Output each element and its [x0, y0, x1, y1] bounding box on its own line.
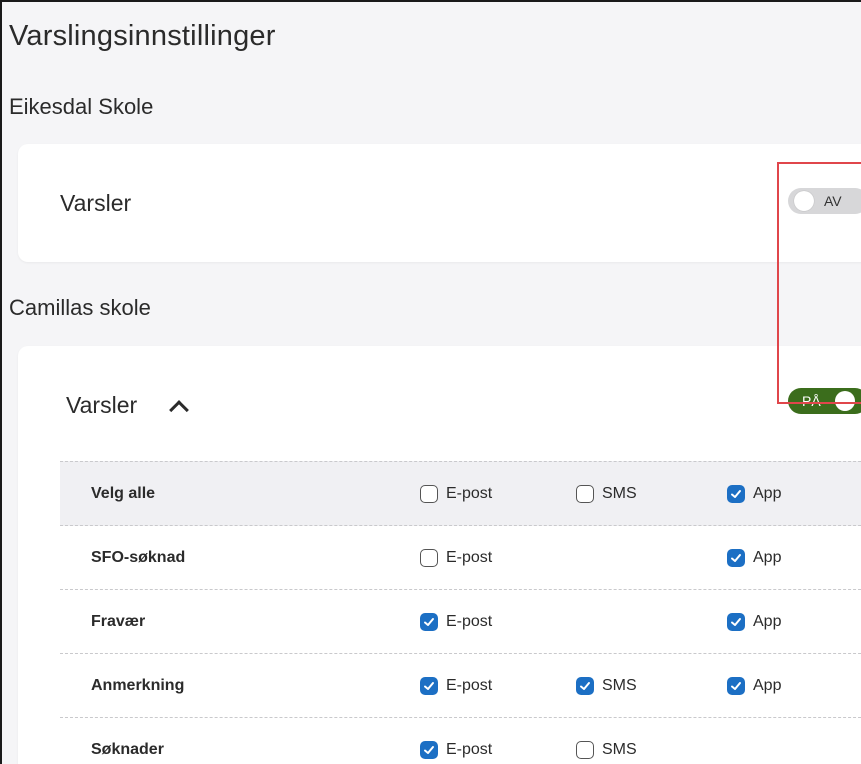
row-label: Søknader	[91, 741, 164, 758]
option-label: E-post	[446, 549, 493, 566]
checkbox-checked-icon	[420, 741, 438, 759]
school-title-camillas: Camillas skole	[9, 295, 151, 320]
option-label: E-post	[446, 741, 493, 758]
checkbox-checked-icon	[727, 613, 745, 631]
option-label: SMS	[602, 485, 637, 502]
app-checkbox[interactable]: App	[727, 613, 781, 631]
app-checkbox[interactable]: App	[727, 677, 781, 695]
epost-checkbox[interactable]: E-post	[420, 613, 492, 631]
school-title-eikesdal: Eikesdal Skole	[9, 94, 154, 119]
app-checkbox[interactable]: App	[727, 549, 781, 567]
row-label: Fravær	[91, 613, 146, 630]
epost-checkbox[interactable]: E-post	[420, 485, 492, 503]
checkbox-checked-icon	[727, 677, 745, 695]
table-row-soknader: Søknader E-post SMS	[60, 717, 861, 764]
sms-checkbox[interactable]: SMS	[576, 741, 637, 759]
chevron-up-icon[interactable]	[169, 400, 189, 420]
sms-checkbox[interactable]: SMS	[576, 677, 637, 695]
notifications-card-eikesdal: Varsler	[18, 144, 861, 262]
table-row-anmerkning: Anmerkning E-post SMS App	[60, 653, 861, 718]
checkbox-checked-icon	[727, 549, 745, 567]
highlight-box	[777, 162, 861, 404]
option-label: SMS	[602, 741, 637, 758]
checkbox-checked-icon	[420, 677, 438, 695]
notifications-label: Varsler	[66, 392, 138, 418]
checkbox-checked-icon	[420, 613, 438, 631]
checkbox-unchecked-icon	[420, 485, 438, 503]
epost-checkbox[interactable]: E-post	[420, 549, 492, 567]
option-label: App	[753, 677, 782, 694]
notifications-label: Varsler	[60, 190, 132, 216]
option-label: SMS	[602, 677, 637, 694]
option-label: E-post	[446, 485, 493, 502]
table-row-select-all: Velg alle E-post SMS App	[60, 461, 861, 526]
row-label: Velg alle	[91, 485, 156, 502]
epost-checkbox[interactable]: E-post	[420, 741, 492, 759]
checkbox-unchecked-icon	[576, 741, 594, 759]
option-label: App	[753, 485, 782, 502]
row-label: SFO-søknad	[91, 549, 186, 566]
app-checkbox[interactable]: App	[727, 485, 781, 503]
sms-checkbox[interactable]: SMS	[576, 485, 637, 503]
table-row-fravaer: Fravær E-post App	[60, 589, 861, 654]
checkbox-checked-icon	[727, 485, 745, 503]
row-label: Anmerkning	[91, 677, 185, 694]
option-label: E-post	[446, 613, 493, 630]
option-label: App	[753, 613, 782, 630]
epost-checkbox[interactable]: E-post	[420, 677, 492, 695]
notification-settings-page: Varslingsinnstillinger Eikesdal Skole Va…	[0, 0, 861, 764]
checkbox-unchecked-icon	[420, 549, 438, 567]
page-title: Varslingsinnstillinger	[9, 20, 276, 52]
checkbox-checked-icon	[576, 677, 594, 695]
option-label: App	[753, 549, 782, 566]
option-label: E-post	[446, 677, 493, 694]
checkbox-unchecked-icon	[576, 485, 594, 503]
table-row-sfo: SFO-søknad E-post App	[60, 525, 861, 590]
